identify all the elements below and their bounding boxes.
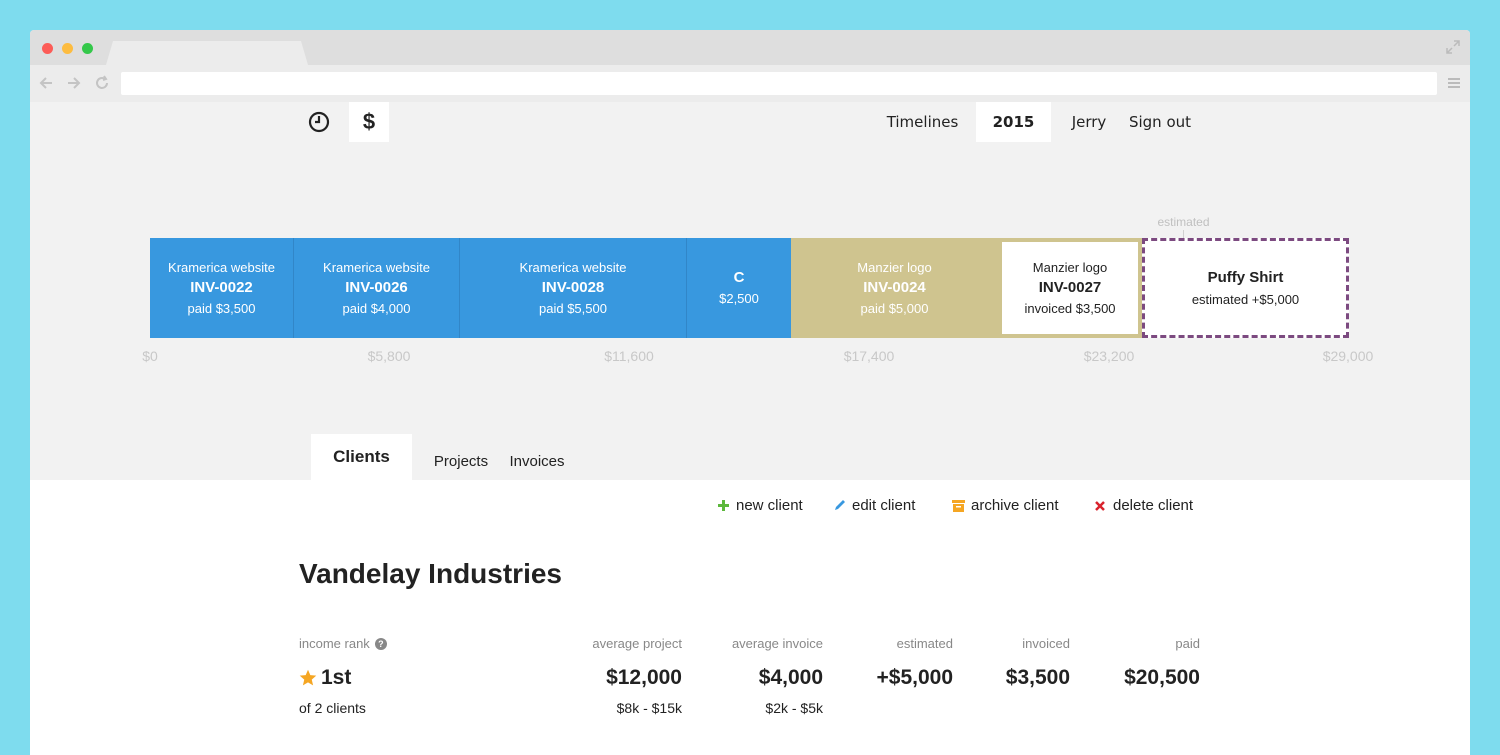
average-project-value: $12,000 — [606, 666, 682, 689]
timeline-segment-invoiced[interactable]: Manzier logo INV-0027 invoiced $3,500 — [998, 238, 1142, 338]
segment-amount: paid $4,000 — [342, 300, 411, 316]
estimated-value: +$5,000 — [876, 666, 954, 689]
average-invoice-label: average invoice — [731, 636, 823, 651]
fullscreen-icon[interactable] — [1446, 40, 1460, 54]
segment-title: Puffy Shirt — [1207, 268, 1284, 286]
edit-client-label: edit client — [852, 497, 916, 514]
maximize-window-button[interactable] — [82, 43, 93, 54]
archive-client-button[interactable]: archive client — [951, 497, 1059, 514]
income-rank-text: 1st — [321, 666, 352, 689]
nav-timelines[interactable]: Timelines — [880, 102, 965, 142]
segment-amount: invoiced $3,500 — [1024, 300, 1116, 316]
title-bar — [30, 30, 1470, 65]
average-invoice-range: $2k - $5k — [765, 700, 823, 716]
average-project-range: $8k - $15k — [616, 700, 682, 716]
question-icon[interactable]: ? — [374, 637, 387, 650]
tab-clients[interactable]: Clients — [311, 434, 412, 480]
segment-amount: paid $3,500 — [187, 300, 256, 316]
invoiced-label: invoiced — [1022, 636, 1070, 651]
segment-title: Manzier logo — [857, 259, 932, 275]
timeline-segment[interactable]: Manzier logo INV-0024 paid $5,000 — [791, 238, 998, 338]
estimated-marker-label: estimated — [1157, 215, 1210, 229]
estimated-marker-tick — [1183, 230, 1184, 238]
forward-arrow-icon[interactable] — [66, 75, 82, 91]
star-icon — [299, 669, 317, 686]
timeline-segment[interactable]: Kramerica website INV-0026 paid $4,000 — [294, 238, 460, 338]
axis-tick-label: $5,800 — [367, 348, 411, 364]
axis-tick-label: $11,600 — [604, 348, 654, 364]
axis-tick-label: $17,400 — [843, 348, 895, 364]
segment-title: Kramerica website — [323, 259, 430, 275]
income-rank-label: income rank ? — [299, 636, 387, 651]
back-arrow-icon[interactable] — [38, 75, 54, 91]
segment-title: Kramerica website — [519, 259, 627, 275]
segment-amount: paid $5,500 — [539, 300, 607, 316]
new-client-button[interactable]: new client — [716, 497, 803, 514]
segment-title: Kramerica website — [168, 259, 275, 275]
clock-icon — [308, 111, 330, 133]
address-bar[interactable] — [121, 72, 1437, 95]
nav-sign-out[interactable]: Sign out — [1125, 102, 1195, 142]
timeline-segment[interactable]: C $2,500 — [687, 238, 791, 338]
dollar-icon[interactable]: $ — [349, 102, 389, 142]
archive-client-label: archive client — [971, 497, 1059, 514]
timer-link[interactable] — [299, 102, 339, 142]
axis-tick-label: $23,200 — [1083, 348, 1135, 364]
minimize-window-button[interactable] — [62, 43, 73, 54]
segment-amount: estimated +$5,000 — [1191, 291, 1300, 307]
income-rank-sub: of 2 clients — [299, 700, 366, 716]
timeline-segment-estimated[interactable]: Puffy Shirt estimated +$5,000 — [1142, 238, 1349, 338]
tab-projects[interactable]: Projects — [429, 438, 493, 484]
x-icon — [1093, 499, 1107, 513]
segment-invoice: INV-0022 — [190, 278, 253, 296]
segment-title: Manzier logo — [1032, 259, 1108, 275]
pencil-icon — [832, 499, 846, 513]
delete-client-label: delete client — [1113, 497, 1194, 514]
income-rank-value: 1st — [299, 666, 351, 690]
archive-icon — [951, 499, 965, 513]
new-client-label: new client — [736, 497, 803, 514]
edit-client-button[interactable]: edit client — [832, 497, 915, 514]
segment-invoice: INV-0028 — [541, 278, 605, 296]
segment-amount: $2,500 — [719, 291, 759, 307]
plus-icon — [716, 499, 730, 513]
paid-value: $20,500 — [1124, 666, 1200, 689]
average-invoice-value: $4,000 — [758, 666, 823, 689]
segment-invoice: INV-0027 — [1038, 278, 1102, 296]
tab-invoices[interactable]: Invoices — [505, 438, 569, 484]
client-panel: new client edit client archive client de… — [30, 480, 1470, 755]
axis-tick-label: $0 — [142, 348, 158, 364]
client-name: Vandelay Industries — [299, 558, 562, 589]
segment-amount: paid $5,000 — [860, 300, 929, 316]
timeline-segment[interactable]: Kramerica website INV-0022 paid $3,500 — [150, 238, 294, 338]
nav-user[interactable]: Jerry — [1060, 102, 1118, 142]
income-rank-label-text: income rank — [299, 636, 370, 651]
average-project-label: average project — [592, 636, 682, 651]
browser-window: $ Timelines 2015 Jerry Sign out estimate… — [30, 30, 1470, 755]
paid-label: paid — [1175, 636, 1200, 651]
browser-toolbar — [30, 65, 1470, 102]
hamburger-menu-icon[interactable] — [1448, 77, 1460, 89]
close-window-button[interactable] — [42, 43, 53, 54]
axis-tick-label: $29,000 — [1322, 348, 1374, 364]
segment-title: C — [733, 269, 745, 287]
segment-invoice: INV-0026 — [345, 278, 408, 296]
delete-client-button[interactable]: delete client — [1093, 497, 1193, 514]
app-page: $ Timelines 2015 Jerry Sign out estimate… — [30, 102, 1470, 755]
browser-tab[interactable] — [106, 41, 308, 65]
estimated-label: estimated — [896, 636, 953, 651]
segment-invoice: INV-0024 — [863, 278, 926, 296]
invoiced-value: $3,500 — [1005, 666, 1070, 689]
reload-icon[interactable] — [94, 75, 110, 91]
nav-year[interactable]: 2015 — [976, 102, 1051, 142]
timeline-segment[interactable]: Kramerica website INV-0028 paid $5,500 — [460, 238, 687, 338]
